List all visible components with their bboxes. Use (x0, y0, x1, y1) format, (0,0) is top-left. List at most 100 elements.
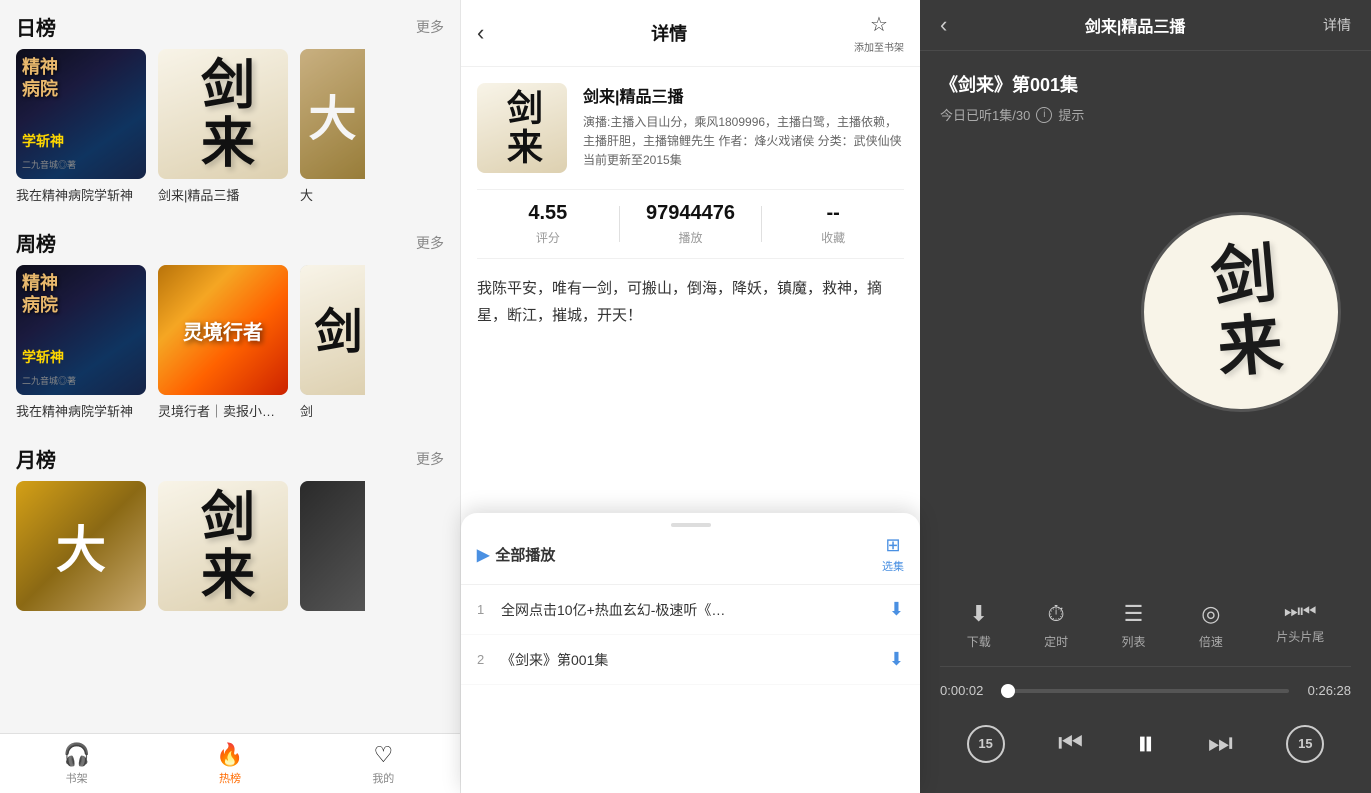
book-synopsis: 我陈平安，唯有一剑，可搬山，倒海，降妖，镇魔，救神，摘星，断江，摧城，开天！ (461, 259, 920, 345)
forward-icon: 15 (1298, 736, 1312, 751)
skip-button[interactable]: ⏭⏮ 片头片尾 (1276, 601, 1324, 650)
play-pause-button[interactable]: ⏸ (1136, 722, 1154, 765)
bookmark-icon[interactable]: ☆ (870, 12, 888, 37)
popup-handle (671, 523, 711, 527)
weekly-cover-1[interactable]: 二九音城◎著 (16, 265, 146, 395)
episode-num-1: 1 (477, 602, 501, 617)
player-header: ‹ 剑来|精品三播 详情 (920, 0, 1371, 51)
monthly-book-row: 大 剑来 (0, 481, 460, 623)
monthly-section-header: 月榜 更多 (0, 432, 460, 481)
daily-book-2[interactable]: 剑来 剑来|精品三播 (158, 49, 288, 204)
daily-book-title-2: 剑来|精品三播 (158, 185, 288, 204)
next-button[interactable]: ⏭ (1208, 727, 1233, 760)
speed-button[interactable]: ◎ 倍速 (1199, 601, 1223, 650)
favorites-label: 收藏 (821, 229, 845, 246)
weekly-cover-2[interactable] (158, 265, 288, 395)
daily-cover-2[interactable]: 剑来 (158, 49, 288, 179)
cover-jingshen-2: 二九音城◎著 (16, 265, 146, 395)
rewind-15-button[interactable]: 15 (967, 725, 1005, 763)
book-meta-desc: 演播:主播入目山分，乘风1809996，主播白鹭，主播依赖，主播肝胆，主播锦鲤先… (583, 113, 904, 171)
timer-button[interactable]: ⏱ 定时 (1044, 601, 1068, 650)
book-cover-middle[interactable]: 剑来 (477, 83, 567, 173)
skip-icon: ⏭⏮ (1284, 601, 1316, 622)
stats-row: 4.55 评分 97944476 播放 -- 收藏 (477, 189, 904, 259)
mine-label: 我的 (372, 770, 394, 786)
weekly-book-2[interactable]: 灵境行者｜卖报小… (158, 265, 288, 420)
daily-book-3[interactable]: 大 大 (300, 49, 365, 204)
skip-label: 片头片尾 (1276, 628, 1324, 645)
weekly-cover-3[interactable]: 剑 (300, 265, 365, 395)
playlist-label: 列表 (1121, 633, 1145, 650)
select-episodes-button[interactable]: ⊞ 选集 (882, 535, 904, 574)
cover-jianlai-2: 剑来 (158, 49, 288, 179)
playlist-button[interactable]: ☰ 列表 (1121, 601, 1145, 650)
episode-item-1[interactable]: 1 全网点击10亿+热血玄幻-极速听《… ⬇ (461, 585, 920, 635)
monthly-book-1[interactable]: 大 (16, 481, 146, 611)
play-pause-icon: ⏸ (1136, 722, 1154, 765)
weekly-more[interactable]: 更多 (416, 233, 444, 253)
download-icon: ⬇ (969, 601, 987, 627)
bookshelf-icon: 🎧 (63, 742, 90, 768)
episode-item-2[interactable]: 2 《剑来》第001集 ⬇ (461, 635, 920, 685)
episode-list: 1 全网点击10亿+热血玄幻-极速听《… ⬇ 2 《剑来》第001集 ⬇ (461, 585, 920, 793)
play-all-button[interactable]: ▶ 全部播放 (477, 544, 555, 565)
download-button[interactable]: ⬇ 下载 (967, 601, 991, 650)
download-icon-2[interactable]: ⬇ (889, 649, 904, 670)
album-art: 剑来 (1141, 212, 1341, 412)
episode-name: 《剑来》第001集 (940, 71, 1111, 97)
monthly-cover-3[interactable] (300, 481, 365, 611)
episode-popup: ▶ 全部播放 ⊞ 选集 1 全网点击10亿+热血玄幻-极速听《… ⬇ 2 《剑来… (461, 513, 920, 793)
nav-hot[interactable]: 🔥 热榜 (153, 734, 306, 793)
player-left: 《剑来》第001集 今日已听1集/30 i 提示 (940, 71, 1111, 553)
player-back-button[interactable]: ‹ (940, 12, 947, 38)
rewind-icon: 15 (978, 736, 992, 751)
speed-label: 倍速 (1199, 633, 1223, 650)
monthly-more[interactable]: 更多 (416, 449, 444, 469)
bottom-nav: 🎧 书架 🔥 热榜 ♡ 我的 (0, 733, 460, 793)
monthly-cover-2[interactable]: 剑来 (158, 481, 288, 611)
progress-section: 0:00:02 0:26:28 (940, 667, 1351, 714)
left-panel: 日榜 更多 二九音城◎著 我在精神病院学斩神 剑来 剑来|精品三播 大 大 (0, 0, 460, 793)
player-title: 剑来|精品三播 (1085, 13, 1185, 37)
daily-book-row: 二九音城◎著 我在精神病院学斩神 剑来 剑来|精品三播 大 大 (0, 49, 460, 216)
episode-info: 《剑来》第001集 今日已听1集/30 i 提示 (940, 71, 1111, 124)
favorites-value: -- (827, 202, 840, 225)
weekly-title: 周榜 (16, 228, 56, 257)
nav-mine[interactable]: ♡ 我的 (307, 734, 460, 793)
weekly-book-3[interactable]: 剑 剑 (300, 265, 365, 420)
main-controls: 15 ⏮ ⏸ ⏭ 15 (940, 714, 1351, 777)
nav-bookshelf[interactable]: 🎧 书架 (0, 734, 153, 793)
speed-icon: ◎ (1201, 601, 1220, 627)
weekly-book-1[interactable]: 二九音城◎著 我在精神病院学斩神 (16, 265, 146, 420)
detail-back-button[interactable]: ‹ (477, 20, 484, 46)
cover-jianlai-monthly: 剑来 (158, 481, 288, 611)
daily-book-title-3: 大 (300, 185, 365, 204)
bookmark-area[interactable]: ☆ 添加至书架 (854, 12, 904, 54)
monthly-cover-1[interactable]: 大 (16, 481, 146, 611)
total-time: 0:26:28 (1301, 683, 1351, 698)
forward-15-button[interactable]: 15 (1286, 725, 1324, 763)
play-all-label: 全部播放 (495, 544, 555, 565)
monthly-title: 月榜 (16, 444, 56, 473)
daily-more[interactable]: 更多 (416, 17, 444, 37)
daily-cover-3[interactable]: 大 (300, 49, 365, 179)
prev-button[interactable]: ⏮ (1058, 727, 1083, 760)
monthly-book-2[interactable]: 剑来 (158, 481, 288, 611)
progress-thumb[interactable] (1001, 684, 1015, 698)
select-episodes-label: 选集 (882, 558, 904, 574)
progress-bar[interactable] (1002, 689, 1289, 693)
cover-jingshen-1: 二九音城◎著 (16, 49, 146, 179)
daily-cover-1[interactable]: 二九音城◎著 (16, 49, 146, 179)
info-icon[interactable]: i (1036, 107, 1052, 123)
mine-icon: ♡ (373, 742, 393, 768)
timer-icon: ⏱ (1048, 601, 1065, 627)
player-right: 剑来 (1131, 71, 1351, 553)
hint-label: 提示 (1058, 105, 1084, 124)
play-all-icon: ▶ (477, 545, 489, 565)
player-controls: ⬇ 下载 ⏱ 定时 ☰ 列表 ◎ 倍速 ⏭⏮ 片头片尾 0:00:02 (920, 573, 1371, 793)
download-icon-1[interactable]: ⬇ (889, 599, 904, 620)
monthly-book-3[interactable] (300, 481, 365, 611)
player-detail-button[interactable]: 详情 (1323, 15, 1351, 35)
middle-panel: ‹ 详情 ☆ 添加至书架 剑来 剑来|精品三播 演播:主播入目山分，乘风1809… (460, 0, 920, 793)
daily-book-1[interactable]: 二九音城◎著 我在精神病院学斩神 (16, 49, 146, 204)
